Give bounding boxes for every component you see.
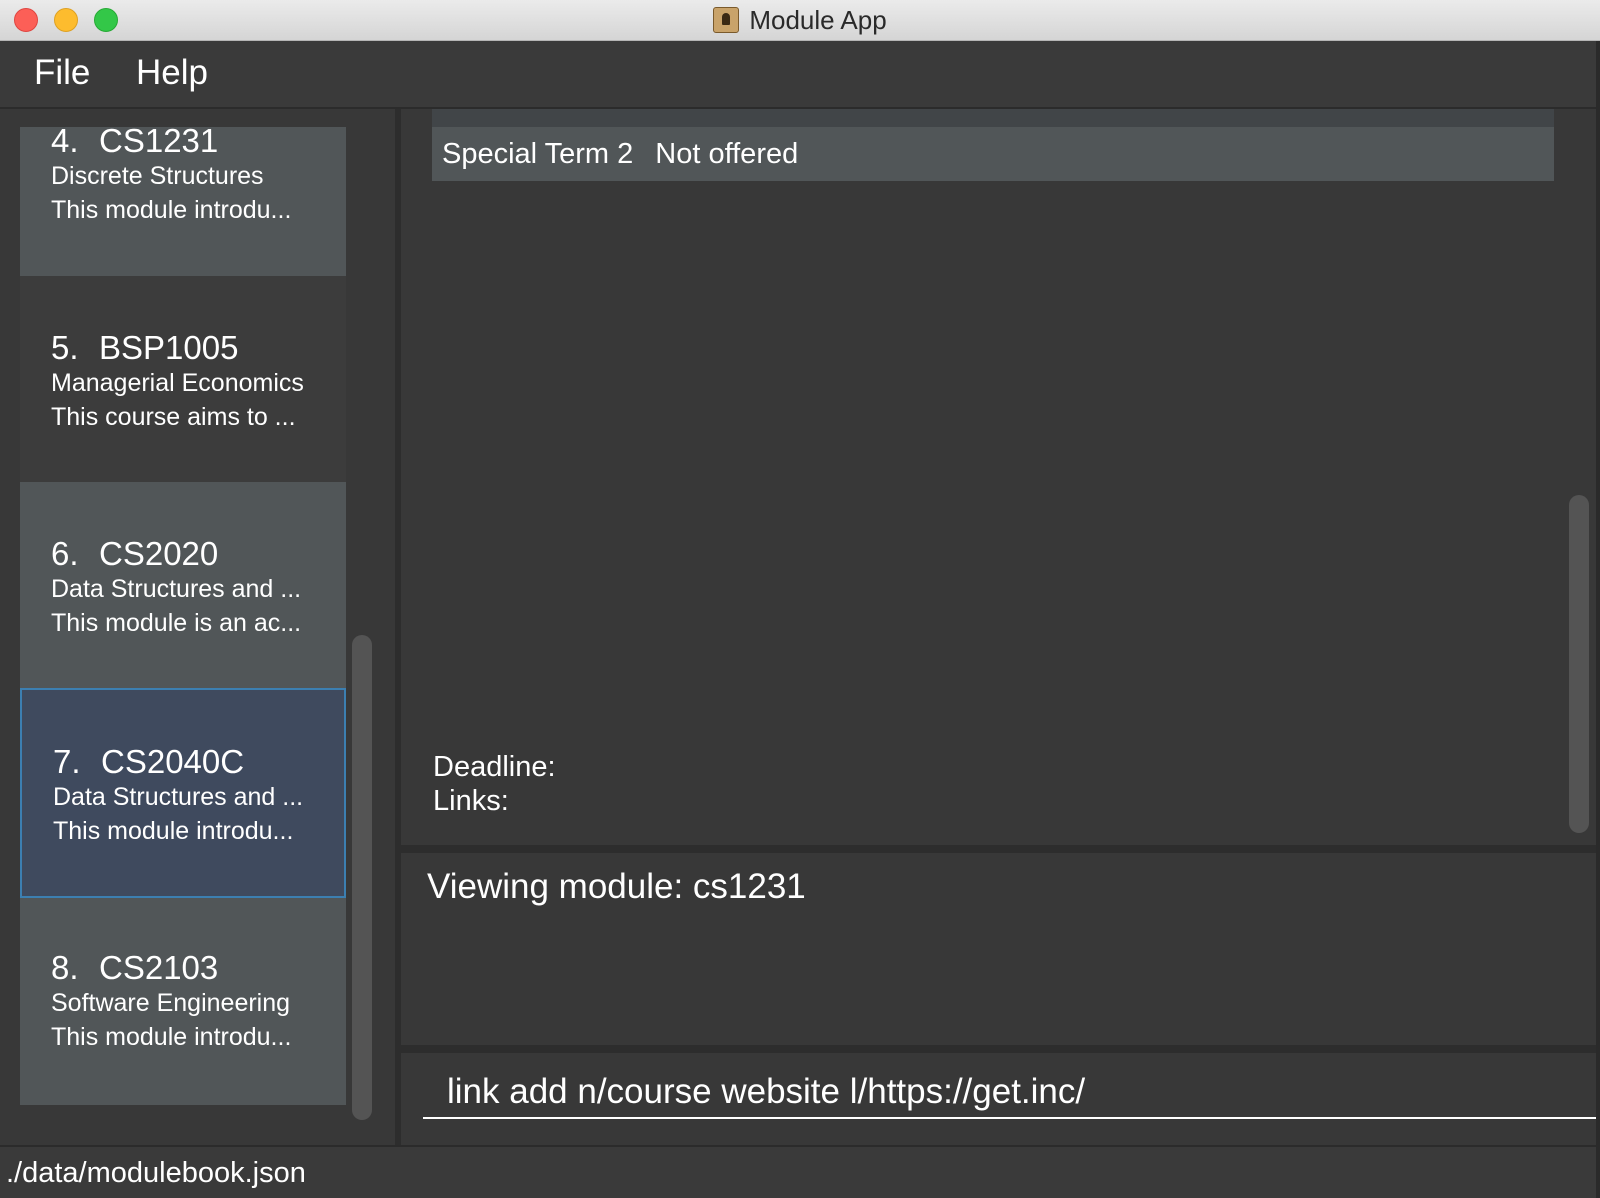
module-name: Software Engineering (51, 989, 291, 1017)
module-card[interactable]: 4. CS1231 Discrete Structures This module… (20, 123, 346, 276)
save-file-path: ./data/modulebook.json (6, 1157, 306, 1189)
module-description: This module introdu... (51, 1023, 292, 1051)
module-card-header: 6. CS2020 (51, 536, 346, 572)
module-card-header: 7. CS2040C (53, 744, 344, 780)
menu-bar: File Help (0, 41, 1600, 109)
term-status: Not offered (655, 137, 799, 170)
term-name: Special Term 2 (442, 137, 634, 170)
module-description: This module is an ac... (51, 609, 302, 637)
module-description: This module introdu... (53, 817, 294, 845)
module-index: 7. (53, 743, 81, 780)
module-list-scrollbar[interactable] (352, 635, 372, 1120)
command-box (401, 1053, 1600, 1145)
title-wrap: Module App (0, 0, 1600, 40)
module-code: BSP1005 (99, 329, 239, 366)
module-card-header: 8. CS2103 (51, 950, 346, 986)
module-index: 4. (51, 122, 79, 159)
module-index: 6. (51, 535, 79, 572)
window-edge (1596, 41, 1600, 1198)
module-code: CS1231 (99, 122, 219, 159)
module-list-panel: 4. CS1231 Discrete Structures This module… (0, 109, 395, 1145)
module-card-header: 5. BSP1005 (51, 330, 346, 366)
module-name: Discrete Structures (51, 162, 264, 190)
module-card[interactable]: 5. BSP1005 Managerial Economics This cour… (20, 276, 346, 482)
module-name: Managerial Economics (51, 369, 304, 397)
module-card[interactable]: 6. CS2020 Data Structures and ... This mo… (20, 482, 346, 688)
menu-file[interactable]: File (34, 53, 90, 93)
module-description: This course aims to ... (51, 403, 296, 431)
command-input[interactable] (423, 1067, 1600, 1119)
module-index: 5. (51, 329, 79, 366)
divider (401, 845, 1600, 853)
term-row-partial (432, 109, 1554, 127)
app-window: Module App File Help 4. CS1231 Discrete S… (0, 0, 1600, 1198)
module-code: CS2020 (99, 535, 219, 572)
module-card-header: 4. CS1231 (51, 123, 346, 159)
module-code: CS2103 (99, 949, 219, 986)
module-name: Data Structures and ... (53, 783, 304, 811)
result-message: Viewing module: cs1231 (427, 867, 806, 906)
status-bar: ./data/modulebook.json (0, 1145, 1600, 1198)
deadline-label: Deadline: (433, 751, 556, 783)
module-card-selected[interactable]: 7. CS2040C Data Structures and ... This m… (20, 688, 346, 898)
module-description: This module introdu... (51, 196, 292, 224)
module-code: CS2040C (101, 743, 245, 780)
module-detail-panel: Special Term 2 Not offered Deadline: Lin… (401, 109, 1600, 845)
detail-scrollbar[interactable] (1569, 495, 1589, 833)
module-index: 8. (51, 949, 79, 986)
app-icon (713, 7, 740, 33)
title-bar: Module App (0, 0, 1600, 41)
result-display: Viewing module: cs1231 (401, 853, 1596, 1045)
divider (401, 1045, 1600, 1053)
links-label: Links: (433, 785, 509, 817)
term-row: Special Term 2 Not offered (432, 127, 1554, 181)
menu-help[interactable]: Help (136, 53, 208, 93)
window-title: Module App (749, 4, 887, 35)
module-name: Data Structures and ... (51, 575, 302, 603)
module-card[interactable]: 8. CS2103 Software Engineering This modul… (20, 898, 346, 1105)
